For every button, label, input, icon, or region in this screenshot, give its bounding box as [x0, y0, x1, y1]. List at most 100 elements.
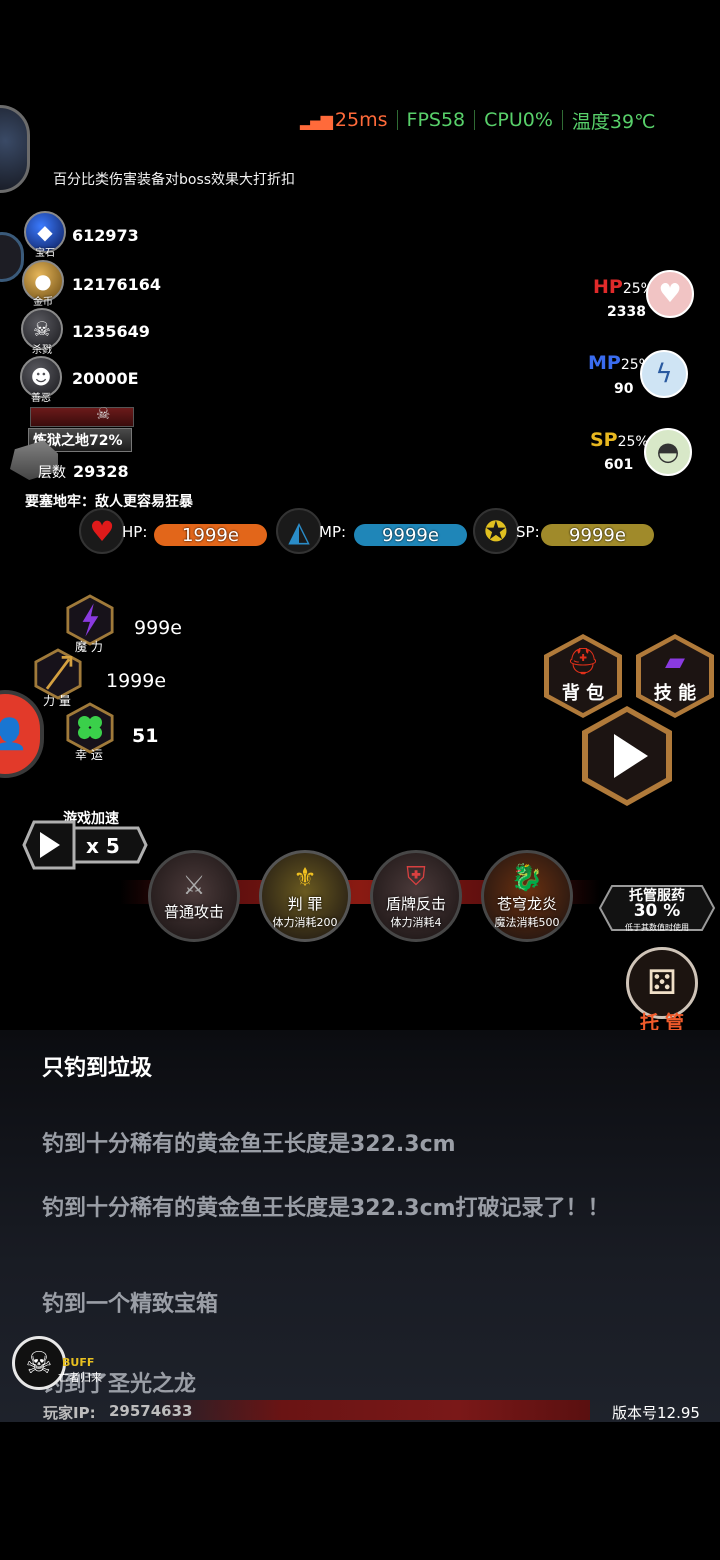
attr-magic [66, 594, 114, 646]
heart-icon: ♥ [79, 508, 125, 554]
auto-potion-note: 低于其数值时使用 [625, 923, 689, 932]
temperature-value: 温度39℃ [571, 110, 656, 133]
skull-icon: ☠ [25, 1345, 53, 1381]
log-line: 钓到十分稀有的黄金鱼王长度是322.3cm打破记录了！！ [42, 1196, 610, 1221]
skill-name: 普通攻击 [163, 902, 224, 921]
fps-value: FPS58 [406, 109, 466, 131]
profile-button[interactable]: 👤 [0, 690, 44, 778]
mp-potion-icon[interactable]: ϟ [640, 350, 688, 398]
sp-bar: 9999e [541, 524, 654, 546]
floor-label: 层数 [38, 465, 66, 481]
dragon-icon: 🐉 [510, 862, 544, 893]
ping-value: 25ms [334, 109, 388, 131]
skill-cost: 体力消耗4 [390, 916, 442, 929]
gold-coin-icon: ● 金币 [22, 260, 64, 308]
sp-bar-label: SP: [516, 523, 540, 541]
hp-bar: 1999e [154, 524, 267, 546]
level-badge-icon[interactable] [0, 232, 24, 282]
log-line: 钓到十分稀有的黄金鱼王长度是322.3cm [42, 1132, 456, 1157]
play-button[interactable] [582, 706, 672, 806]
mp-sigil-icon: ◭ [276, 508, 322, 554]
sp-strength-icon: ✪ [473, 508, 519, 554]
speed-frame-icon [22, 820, 148, 870]
speed-value: x 5 [86, 834, 120, 858]
spellbook-icon: ▰ [665, 647, 685, 677]
system-notice: 百分比类伤害装备对boss效果大打折扣 [53, 172, 296, 188]
message-log[interactable] [0, 1030, 720, 1422]
currency-karma: ☻ 善恶 [20, 356, 62, 404]
potion-sp[interactable]: SP25% [590, 429, 649, 451]
potion-sp-label: SP [590, 429, 618, 451]
skills-button[interactable]: ▰ 技 能 [636, 634, 714, 718]
helmet-icon: ⛑ [566, 647, 600, 677]
floor-value: 29328 [73, 462, 129, 481]
potion-sp-count: 601 [604, 457, 634, 473]
auto-potion-value: 30 % [633, 901, 681, 921]
rank-badge-icon[interactable] [0, 105, 30, 193]
dungeon-skull-icon: ☠ [96, 404, 111, 423]
attr-luck-value: 51 [132, 725, 159, 747]
speed-toggle[interactable]: x 5 [20, 816, 148, 874]
skill-cost: 体力消耗200 [272, 915, 338, 929]
play-icon [614, 734, 648, 778]
skill-normal-attack[interactable]: ⚔ 普通攻击 [148, 850, 240, 942]
buff-name: 亡者归来 [58, 1371, 102, 1384]
skill-sky-dragon-flame[interactable]: 🐉 苍穹龙炎 魔法消耗500 [481, 850, 573, 942]
skills-label: 技 能 [653, 683, 697, 704]
player-ip-label: 玩家IP: [43, 1404, 96, 1422]
sp-bar-value: 9999e [569, 524, 626, 546]
log-line: 钓到一个精致宝箱 [42, 1292, 219, 1317]
hp-potion-icon[interactable]: ♥ [646, 270, 694, 318]
skill-shield-counter[interactable]: ⛨ 盾牌反击 体力消耗4 [370, 850, 462, 942]
skill-name: 苍穹龙炎 [496, 894, 557, 913]
skill-cost: 魔法消耗500 [494, 915, 560, 929]
potion-hp-count: 2338 [607, 304, 646, 320]
bottom-glow [150, 1400, 590, 1420]
user-icon: 👤 [0, 716, 28, 752]
currency-gold: ● 金币 [22, 260, 64, 308]
currency-gem: ◆ 宝石 [24, 211, 66, 259]
attr-magic-value: 999e [134, 617, 182, 639]
hp-bar-label: HP: [122, 523, 148, 541]
mp-bar-value: 9999e [382, 524, 439, 546]
currency-karma-value: 20000E [72, 369, 139, 388]
shield-icon: ⛨ [406, 862, 426, 892]
mp-bar: 9999e [354, 524, 467, 546]
skill-name: 判 罪 [287, 894, 323, 913]
skill-judgment[interactable]: ⚜ 判 罪 体力消耗200 [259, 850, 351, 942]
sp-food-icon[interactable]: ◓ [644, 428, 692, 476]
log-line: 钓到了圣光之龙 [42, 1372, 197, 1397]
attr-strength [34, 648, 82, 700]
backpack-label: 背 包 [561, 683, 605, 704]
skull-icon: ☠ 杀戮 [21, 308, 63, 356]
sword-icon: ⚔ [182, 870, 206, 901]
gem-icon: ◆ 宝石 [24, 211, 66, 259]
currency-kill-value: 1235649 [72, 322, 150, 341]
attr-strength-value: 1999e [106, 670, 167, 692]
hp-bar-value: 1999e [182, 524, 239, 546]
attr-luck-label: 幸 运 [75, 748, 103, 762]
auto-potion-setting[interactable]: 托管服药 30 % 低于其数值时使用 [598, 882, 716, 934]
currency-gem-value: 612973 [72, 226, 139, 245]
performance-status: ▂▄▆ 25ms FPS58 CPU0% 温度39℃ [300, 107, 655, 133]
evil-mask-icon: ☻ 善恶 [20, 356, 62, 404]
backpack-button[interactable]: ⛑ 背 包 [544, 634, 622, 718]
potion-hp[interactable]: HP25% [593, 276, 654, 298]
attr-luck [66, 702, 114, 754]
dungeon-banner [30, 407, 134, 427]
currency-gold-value: 12176164 [72, 275, 162, 294]
cpu-value: CPU0% [484, 109, 553, 131]
currency-kill: ☠ 杀戮 [21, 308, 63, 356]
skill-name: 盾牌反击 [385, 895, 446, 913]
potion-hp-label: HP [593, 276, 623, 298]
mp-bar-label: MP: [319, 523, 347, 541]
signal-icon: ▂▄▆ [300, 110, 333, 130]
fortress-note: 要塞地牢：敌人更容易狂暴 [25, 494, 193, 510]
log-header: 只钓到垃圾 [42, 1056, 153, 1081]
potion-mp-label: MP [588, 352, 621, 374]
version-label: 版本号12.95 [612, 1404, 700, 1422]
dice-icon: ⚄ [647, 963, 677, 1003]
buff-label: BUFF [62, 1356, 95, 1369]
triple-sword-icon: ⚜ [293, 862, 317, 893]
potion-mp-count: 90 [614, 381, 634, 397]
